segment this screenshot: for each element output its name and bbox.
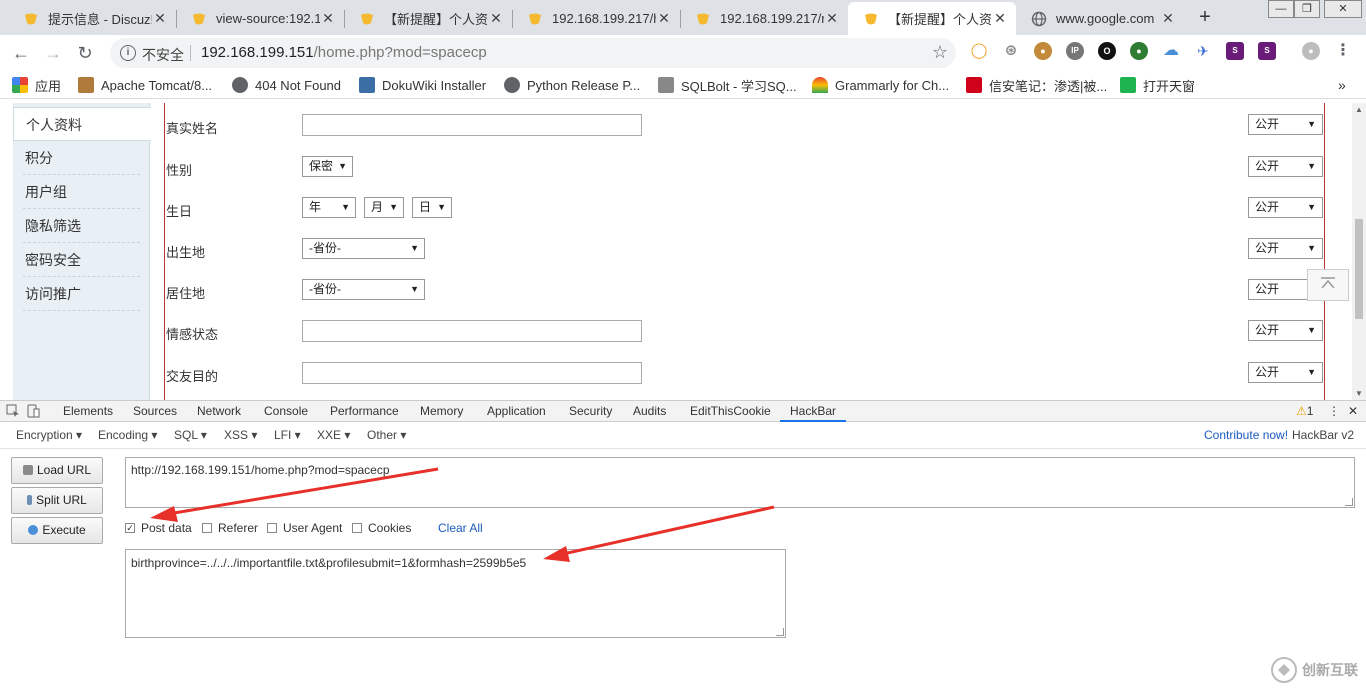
watermark-text: 创新互联 bbox=[1302, 662, 1358, 678]
watermark-logo: 创新互联 bbox=[1266, 648, 1366, 692]
watermark-logo-icon bbox=[1271, 657, 1297, 683]
annotation-arrow-line bbox=[167, 467, 439, 516]
annotation-arrows bbox=[150, 467, 775, 562]
annotation-arrowhead-icon bbox=[543, 546, 570, 562]
annotation-arrow-line bbox=[562, 505, 775, 556]
annotation-arrowhead-icon bbox=[150, 506, 178, 522]
